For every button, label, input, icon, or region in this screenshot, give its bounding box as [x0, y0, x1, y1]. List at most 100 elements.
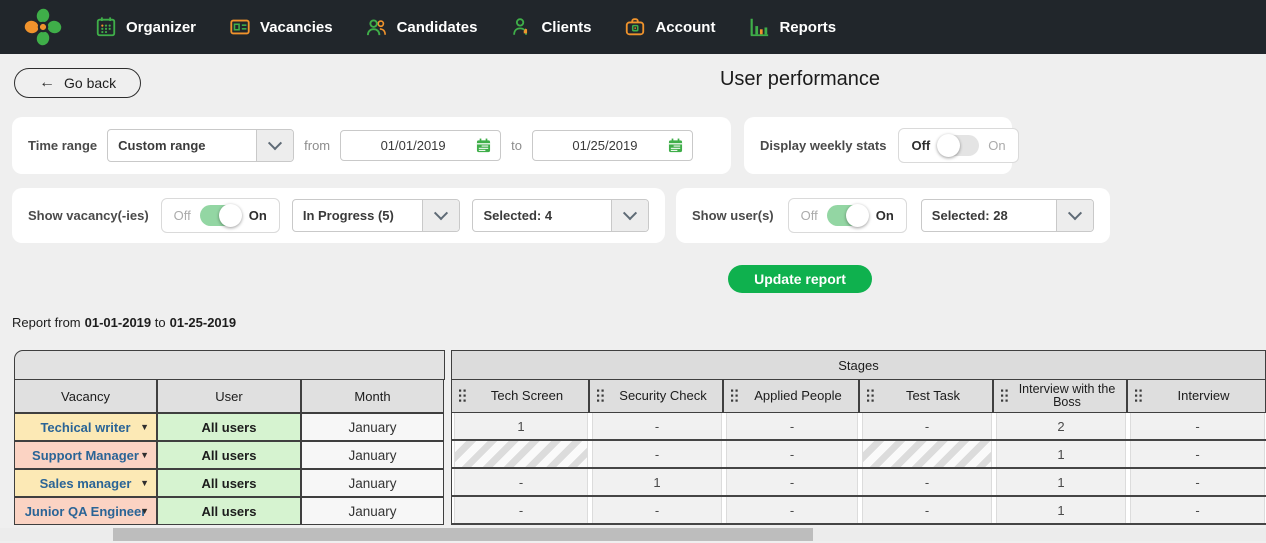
update-report-button[interactable]: Update report	[728, 265, 872, 293]
drag-grip-icon[interactable]	[731, 390, 738, 403]
nav-item-label: Account	[655, 19, 715, 36]
stage-column-header[interactable]: Test Task	[859, 379, 993, 413]
nav-item-clients[interactable]: Clients	[509, 15, 591, 39]
clover-logo[interactable]	[22, 6, 64, 48]
chevron-down-icon	[611, 200, 648, 231]
report-prefix: Report from	[12, 315, 81, 330]
month-cell: January	[301, 497, 444, 525]
stage-value-cell: -	[592, 497, 722, 523]
stage-value-cell: -	[726, 469, 858, 495]
stage-value-cell: -	[454, 469, 588, 495]
nav-item-account[interactable]: Account	[623, 15, 715, 39]
vacancy-name[interactable]: Techical writer	[40, 420, 130, 435]
stage-value-cell: -	[454, 497, 588, 523]
vacancy-caret-icon[interactable]: ▼	[140, 506, 149, 516]
stage-value-cell: -	[726, 441, 858, 467]
drag-grip-icon[interactable]	[1001, 390, 1008, 403]
stage-column-header[interactable]: Security Check	[589, 379, 723, 413]
user-selection-select[interactable]: Selected: 28	[921, 199, 1094, 232]
stage-column-header[interactable]: Interview with the Boss	[993, 379, 1127, 413]
stage-value-cell: -	[1130, 497, 1265, 523]
drag-grip-icon[interactable]	[1135, 390, 1142, 403]
toggle-on-label: On	[988, 138, 1005, 153]
vacancy-caret-icon[interactable]: ▼	[140, 450, 149, 460]
user-cell-label: All users	[202, 504, 257, 519]
date-from-input[interactable]: 01/01/2019	[340, 130, 501, 161]
stage-value-cell: 1	[996, 497, 1126, 523]
vacancy-status-value: In Progress (5)	[293, 208, 423, 223]
stage-values-row: ----1-	[451, 497, 1266, 525]
go-back-button[interactable]: ← Go back	[14, 68, 141, 98]
nav-menu: Organizer Vacancies Candidates Clients Accou…	[94, 15, 868, 39]
vacancy-cell[interactable]: Sales manager ▼	[14, 469, 157, 497]
vacancy-name[interactable]: Support Manager	[32, 448, 139, 463]
calendar-icon	[94, 15, 118, 39]
stage-value-cell: -	[862, 413, 992, 439]
vacancy-name[interactable]: Sales manager	[40, 476, 132, 491]
nav-item-candidates[interactable]: Candidates	[365, 15, 478, 39]
date-to-input[interactable]: 01/25/2019	[532, 130, 693, 161]
report-to-date: 01-25-2019	[170, 315, 237, 330]
vacancy-cell[interactable]: Support Manager▼	[14, 441, 157, 469]
nav-item-label: Vacancies	[260, 19, 333, 36]
vacancy-status-select[interactable]: In Progress (5)	[292, 199, 461, 232]
vacancy-cell[interactable]: Techical writer ▼	[14, 413, 157, 441]
toggle-switch[interactable]	[939, 135, 979, 156]
users-filter-panel: Show user(s) Off On Selected: 28	[676, 188, 1110, 243]
vacancies-filter-panel: Show vacancy(-ies) Off On In Progress (5…	[12, 188, 665, 243]
show-users-label: Show user(s)	[692, 208, 774, 223]
vacancy-name[interactable]: Junior QA Engineer	[25, 504, 147, 519]
stage-value-cell: 2	[996, 413, 1126, 439]
vacancy-caret-icon[interactable]: ▼	[140, 422, 149, 432]
stage-column-header[interactable]: Applied People	[723, 379, 859, 413]
chevron-down-icon	[1056, 200, 1093, 231]
nav-item-organizer[interactable]: Organizer	[94, 15, 196, 39]
vacancy-cell[interactable]: Junior QA Engineer▼	[14, 497, 157, 525]
time-range-label: Time range	[28, 138, 97, 153]
stage-column-header[interactable]: Interview	[1127, 379, 1266, 413]
vacancy-caret-icon[interactable]: ▼	[140, 478, 149, 488]
stage-value-cell: 1	[592, 469, 722, 495]
drag-grip-icon[interactable]	[459, 390, 466, 403]
user-cell-label: All users	[202, 476, 257, 491]
drag-grip-icon[interactable]	[597, 390, 604, 403]
calendar-icon	[668, 138, 683, 153]
bar-chart-icon	[747, 15, 771, 39]
calendar-icon	[476, 138, 491, 153]
stage-column-label: Applied People	[754, 389, 841, 403]
time-range-select[interactable]: Custom range	[107, 129, 294, 162]
toggle-off-label: Off	[174, 208, 191, 223]
show-vacancies-toggle[interactable]: Off On	[161, 198, 280, 233]
stage-values-row: -1--1-	[451, 469, 1266, 497]
date-from-value: 01/01/2019	[350, 138, 476, 153]
column-header-month: Month	[301, 379, 444, 413]
nav-item-vacancies[interactable]: Vacancies	[228, 15, 333, 39]
toggle-off-label: Off	[911, 138, 930, 153]
performance-table: StagesVacancyUserMonthTech ScreenSecurit…	[14, 350, 1266, 525]
stage-column-label: Security Check	[619, 389, 706, 403]
stage-column-header[interactable]: Tech Screen	[451, 379, 589, 413]
horizontal-scrollbar-track[interactable]	[0, 528, 1266, 541]
column-header-label: Vacancy	[61, 389, 110, 404]
horizontal-scrollbar-thumb[interactable]	[113, 528, 813, 541]
show-vacancies-label: Show vacancy(-ies)	[28, 208, 149, 223]
toggle-switch[interactable]	[200, 205, 240, 226]
drag-grip-icon[interactable]	[867, 390, 874, 403]
stage-value-cell: -	[1130, 441, 1265, 467]
stage-value-cell: -	[862, 497, 992, 523]
to-label: to	[511, 138, 522, 153]
weekly-stats-toggle[interactable]: Off On	[898, 128, 1018, 163]
nav-item-reports[interactable]: Reports	[747, 15, 836, 39]
column-header-label: User	[215, 389, 242, 404]
show-users-toggle[interactable]: Off On	[788, 198, 907, 233]
month-cell-label: January	[348, 476, 396, 491]
time-range-panel: Time range Custom range from 01/01/2019 …	[12, 117, 731, 174]
toggle-switch[interactable]	[827, 205, 867, 226]
toggle-on-label: On	[876, 208, 894, 223]
people-icon	[365, 15, 389, 39]
stage-value-cell-disabled	[862, 441, 992, 467]
vacancy-selection-select[interactable]: Selected: 4	[472, 199, 649, 232]
report-connector: to	[155, 315, 166, 330]
month-cell-label: January	[348, 448, 396, 463]
stage-column-label: Interview	[1177, 389, 1229, 403]
